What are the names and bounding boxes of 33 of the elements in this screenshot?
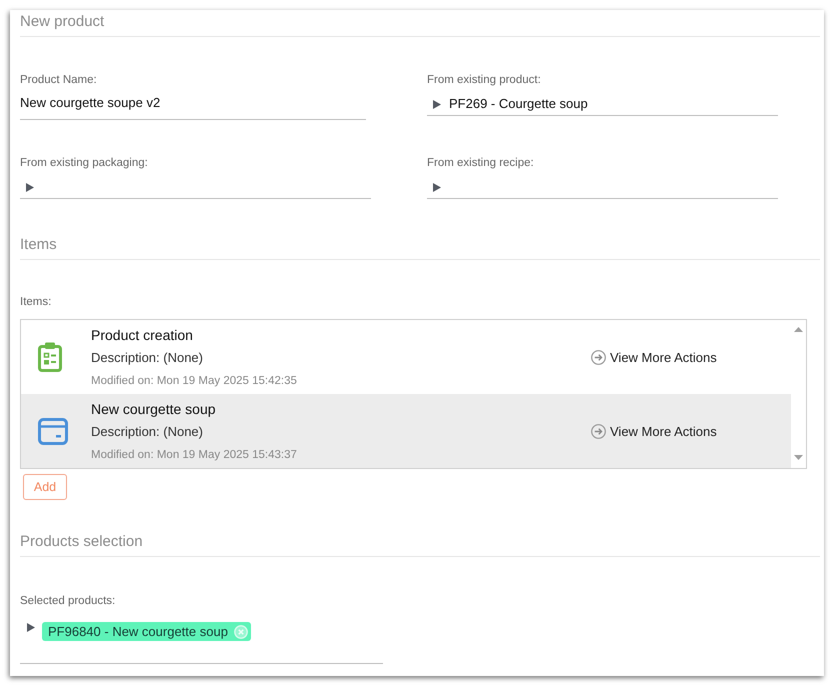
section-title: New product: [20, 12, 104, 32]
list-item[interactable]: New courgette soup Description: (None) Modified on: Mon 19 May 2025 15:43:37 View More Actions: [21, 394, 791, 468]
field-label: From existing packaging:: [20, 156, 148, 170]
field-label: Product Name:: [20, 73, 97, 87]
caret-icon[interactable]: [27, 623, 35, 632]
card-icon: [38, 418, 68, 444]
caret-icon[interactable]: [433, 100, 441, 108]
remove-icon[interactable]: [234, 624, 248, 638]
caret-icon[interactable]: [433, 182, 441, 192]
section-title: Products selection: [20, 532, 143, 552]
clipboard-icon: [38, 342, 62, 372]
scroll-down-icon[interactable]: [794, 455, 803, 460]
field-label: Selected products:: [20, 594, 116, 608]
text-field[interactable]: New courgette soupe v2: [20, 87, 366, 120]
section-title: Items: [20, 235, 57, 255]
field-label: Items:: [20, 295, 52, 309]
caret-icon[interactable]: [26, 182, 34, 192]
item-title: Product creation: [91, 326, 193, 344]
item-title: New courgette soup: [91, 400, 216, 418]
picker-field[interactable]: PF269 - Courgette soup: [427, 87, 778, 116]
item-description: Description: (None): [91, 423, 203, 441]
tag-label: PF96840 - New courgette soup: [48, 623, 228, 640]
selected-products-field[interactable]: PF96840 - New courgette soup: [20, 622, 383, 664]
view-more-actions-link[interactable]: View More Actions: [591, 350, 717, 364]
arrow-circle-icon: [591, 424, 606, 438]
scroll-up-icon[interactable]: [794, 327, 803, 332]
item-description: Description: (None): [91, 349, 203, 367]
arrow-circle-icon: [591, 350, 606, 364]
field-label: From existing product:: [427, 73, 541, 87]
field-label: From existing recipe:: [427, 156, 534, 170]
view-more-actions-link[interactable]: View More Actions: [591, 424, 717, 438]
item-modified-date: Modified on: Mon 19 May 2025 15:42:35: [91, 374, 297, 389]
item-modified-date: Modified on: Mon 19 May 2025 15:43:37: [91, 448, 297, 463]
